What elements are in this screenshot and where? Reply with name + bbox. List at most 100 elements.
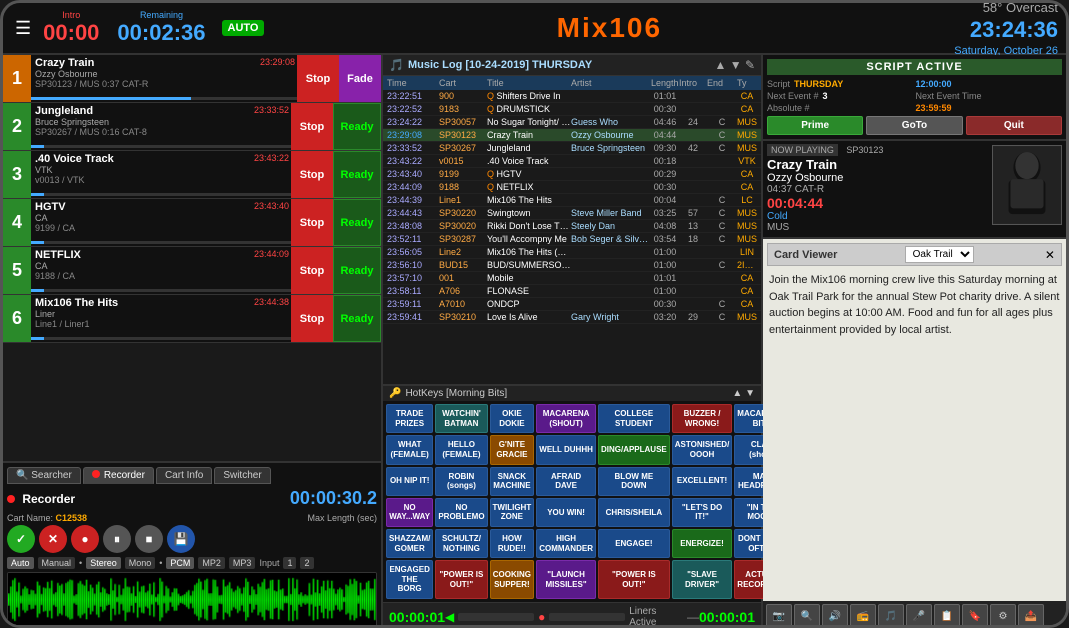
cv-btn-8[interactable]: 🔖 [962, 604, 988, 628]
log-row[interactable]: 23:56:05 Line2 Mix106 The Hits (Bed) 01:… [383, 246, 761, 259]
hotkey-btn-40[interactable]: "POWER IS OUT!" [598, 560, 670, 599]
hotkey-btn-34[interactable]: ENERGIZE! [672, 529, 733, 558]
hotkey-btn-10[interactable]: G'NITE GRACIE [490, 435, 535, 464]
hotkey-btn-22[interactable]: NO WAY...WAY [386, 498, 433, 527]
deck-stop-btn-6[interactable]: Stop [291, 295, 333, 342]
deck-stop-btn-3[interactable]: Stop [291, 151, 333, 198]
hotkey-btn-5[interactable]: COLLEGE STUDENT [598, 404, 670, 433]
hotkey-btn-27[interactable]: "LET'S DO IT!" [672, 498, 733, 527]
log-row[interactable]: 23:48:08 SP30020 Rikki Don't Lose That N… [383, 220, 761, 233]
log-row[interactable]: 23:52:11 SP30287 You'll Accompny Me Bob … [383, 233, 761, 246]
log-row[interactable]: 23:58:11 A706 FLONASE 01:00 CA [383, 285, 761, 298]
hotkey-btn-24[interactable]: TWILIGHT ZONE [490, 498, 535, 527]
recorder-tab[interactable]: Recorder [83, 467, 154, 484]
hotkey-btn-25[interactable]: YOU WIN! [536, 498, 596, 527]
auto-option[interactable]: Auto [7, 557, 34, 569]
cv-btn-5[interactable]: 🎵 [878, 604, 904, 628]
hotkey-btn-1[interactable]: TRADE PRIZES [386, 404, 433, 433]
log-row[interactable]: 23:22:52 9183 Q DRUMSTICK 00:30 CA [383, 103, 761, 116]
hotkey-btn-38[interactable]: COOKING SUPPER! [490, 560, 535, 599]
cv-btn-3[interactable]: 🔊 [822, 604, 848, 628]
hotkey-btn-4[interactable]: MACARENA (SHOUT) [536, 404, 596, 433]
cv-btn-2[interactable]: 🔍 [794, 604, 820, 628]
hotkey-btn-23[interactable]: NO PROBLEMO [435, 498, 487, 527]
hotkey-btn-39[interactable]: "LAUNCH MISSILES" [536, 560, 596, 599]
hotkey-btn-2[interactable]: WATCHIN' BATMAN [435, 404, 487, 433]
hotkey-btn-6[interactable]: BUZZER / WRONG! [672, 404, 733, 433]
hotkey-btn-15[interactable]: OH NIP IT! [386, 467, 433, 496]
deck-ready-btn-4[interactable]: Ready [333, 199, 381, 246]
hotkey-btn-17[interactable]: SNACK MACHINE [490, 467, 535, 496]
manual-option[interactable]: Manual [38, 557, 76, 569]
record-save-button[interactable]: 💾 [167, 525, 195, 553]
deck-stop-btn-2[interactable]: Stop [291, 103, 333, 150]
prime-button[interactable]: Prime [767, 116, 863, 135]
cart-info-tab[interactable]: Cart Info [156, 467, 212, 484]
log-row[interactable]: 23:43:22 v0015 .40 Voice Track 00:18 VTK [383, 155, 761, 168]
mp2-option[interactable]: MP2 [198, 557, 225, 569]
log-row[interactable]: 23:29:08 SP30123 Crazy Train Ozzy Osbour… [383, 129, 761, 142]
record-cancel-button[interactable]: ✕ [39, 525, 67, 553]
cv-btn-7[interactable]: 📋 [934, 604, 960, 628]
card-viewer-select[interactable]: Oak Trail [905, 246, 974, 263]
record-stop-button[interactable]: ⏹ [135, 525, 163, 553]
hotkey-btn-20[interactable]: EXCELLENT! [672, 467, 733, 496]
hotkey-btn-36[interactable]: ENGAGED THE BORG [386, 560, 433, 599]
stereo-option[interactable]: Stereo [86, 557, 121, 569]
hotkey-btn-31[interactable]: HOW RUDE!! [490, 529, 535, 558]
menu-icon[interactable]: ☰ [11, 14, 35, 43]
log-row[interactable]: 23:57:10 001 Mobile 01:01 CA [383, 272, 761, 285]
deck-ready-btn-5[interactable]: Ready [333, 247, 381, 294]
cv-btn-6[interactable]: 🎤 [906, 604, 932, 628]
log-row[interactable]: 23:59:41 SP30210 Love Is Alive Gary Wrig… [383, 311, 761, 324]
input2-option[interactable]: 2 [300, 557, 313, 569]
record-pause-button[interactable]: ⏸ [103, 525, 131, 553]
cv-btn-4[interactable]: 📻 [850, 604, 876, 628]
hotkey-btn-32[interactable]: HIGH COMMANDER [536, 529, 596, 558]
switcher-tab[interactable]: Switcher [214, 467, 270, 484]
hotkey-btn-30[interactable]: SCHULTZ/ NOTHING [435, 529, 487, 558]
hotkey-btn-13[interactable]: ASTONISHED/ OOOH [672, 435, 733, 464]
log-row[interactable]: 23:33:52 SP30267 Jungleland Bruce Spring… [383, 142, 761, 155]
hotkey-btn-16[interactable]: ROBIN (songs) [435, 467, 487, 496]
deck-ready-btn-6[interactable]: Ready [333, 295, 381, 342]
log-row[interactable]: 23:43:40 9199 Q HGTV 00:29 CA [383, 168, 761, 181]
record-confirm-button[interactable]: ✓ [7, 525, 35, 553]
hotkey-btn-41[interactable]: "SLAVE DRIVER" [672, 560, 733, 599]
hotkey-btn-37[interactable]: "POWER IS OUT!" [435, 560, 487, 599]
hotkey-btn-11[interactable]: WELL DUHHH [536, 435, 596, 464]
log-row[interactable]: 23:24:22 SP30057 No Sugar Tonight/ No Mo… [383, 116, 761, 129]
cv-btn-9[interactable]: ⚙ [990, 604, 1016, 628]
deck-stop-btn-1[interactable]: Stop [297, 55, 339, 102]
log-row[interactable]: 23:44:39 Line1 Mix106 The Hits 00:04 C L… [383, 194, 761, 207]
deck-stop-btn-4[interactable]: Stop [291, 199, 333, 246]
record-start-button[interactable]: ● [71, 525, 99, 553]
cv-btn-1[interactable]: 📷 [766, 604, 792, 628]
goto-button[interactable]: GoTo [866, 116, 962, 135]
card-viewer-close[interactable]: ✕ [1045, 248, 1055, 262]
hotkey-btn-9[interactable]: HELLO (FEMALE) [435, 435, 487, 464]
deck-ready-btn-3[interactable]: Ready [333, 151, 381, 198]
log-row[interactable]: 23:44:43 SP30220 Swingtown Steve Miller … [383, 207, 761, 220]
log-row[interactable]: 23:44:09 9188 Q NETFLIX 00:30 CA [383, 181, 761, 194]
hotkey-btn-19[interactable]: BLOW ME DOWN [598, 467, 670, 496]
log-row[interactable]: 23:22:51 900 Q Shifters Drive In 01:01 C… [383, 90, 761, 103]
auto-badge[interactable]: AUTO [222, 20, 265, 36]
deck-stop-btn-5[interactable]: Stop [291, 247, 333, 294]
hotkey-btn-3[interactable]: OKIE DOKIE [490, 404, 535, 433]
hotkey-btn-26[interactable]: CHRIS/SHEILA [598, 498, 670, 527]
hotkey-btn-33[interactable]: ENGAGE! [598, 529, 670, 558]
searcher-tab[interactable]: 🔍 Searcher [7, 467, 81, 484]
input1-option[interactable]: 1 [283, 557, 296, 569]
mp3-option[interactable]: MP3 [229, 557, 256, 569]
hotkey-btn-29[interactable]: SHAZZAM/ GOMER [386, 529, 433, 558]
deck-fade-btn-1[interactable]: Fade [339, 55, 381, 102]
mono-option[interactable]: Mono [125, 557, 156, 569]
log-row[interactable]: 23:56:10 BUD15 BUD/SUMMERSOUNDS 01:00 C … [383, 259, 761, 272]
hotkey-btn-18[interactable]: AFRAID DAVE [536, 467, 596, 496]
hotkey-btn-12[interactable]: DING/APPLAUSE [598, 435, 670, 464]
deck-ready-btn-2[interactable]: Ready [333, 103, 381, 150]
log-row[interactable]: 23:59:11 A7010 ONDCP 00:30 C CA [383, 298, 761, 311]
cv-btn-10[interactable]: 📤 [1018, 604, 1044, 628]
quit-button[interactable]: Quit [966, 116, 1062, 135]
